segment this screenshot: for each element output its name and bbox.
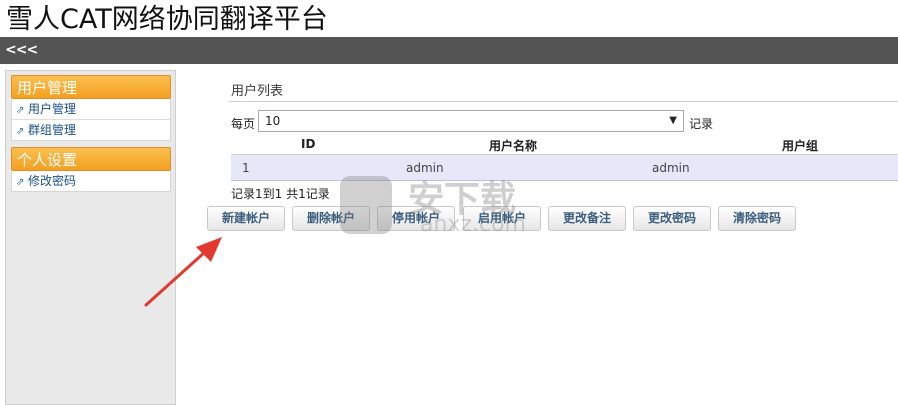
annotation-arrow-icon [144, 237, 222, 307]
